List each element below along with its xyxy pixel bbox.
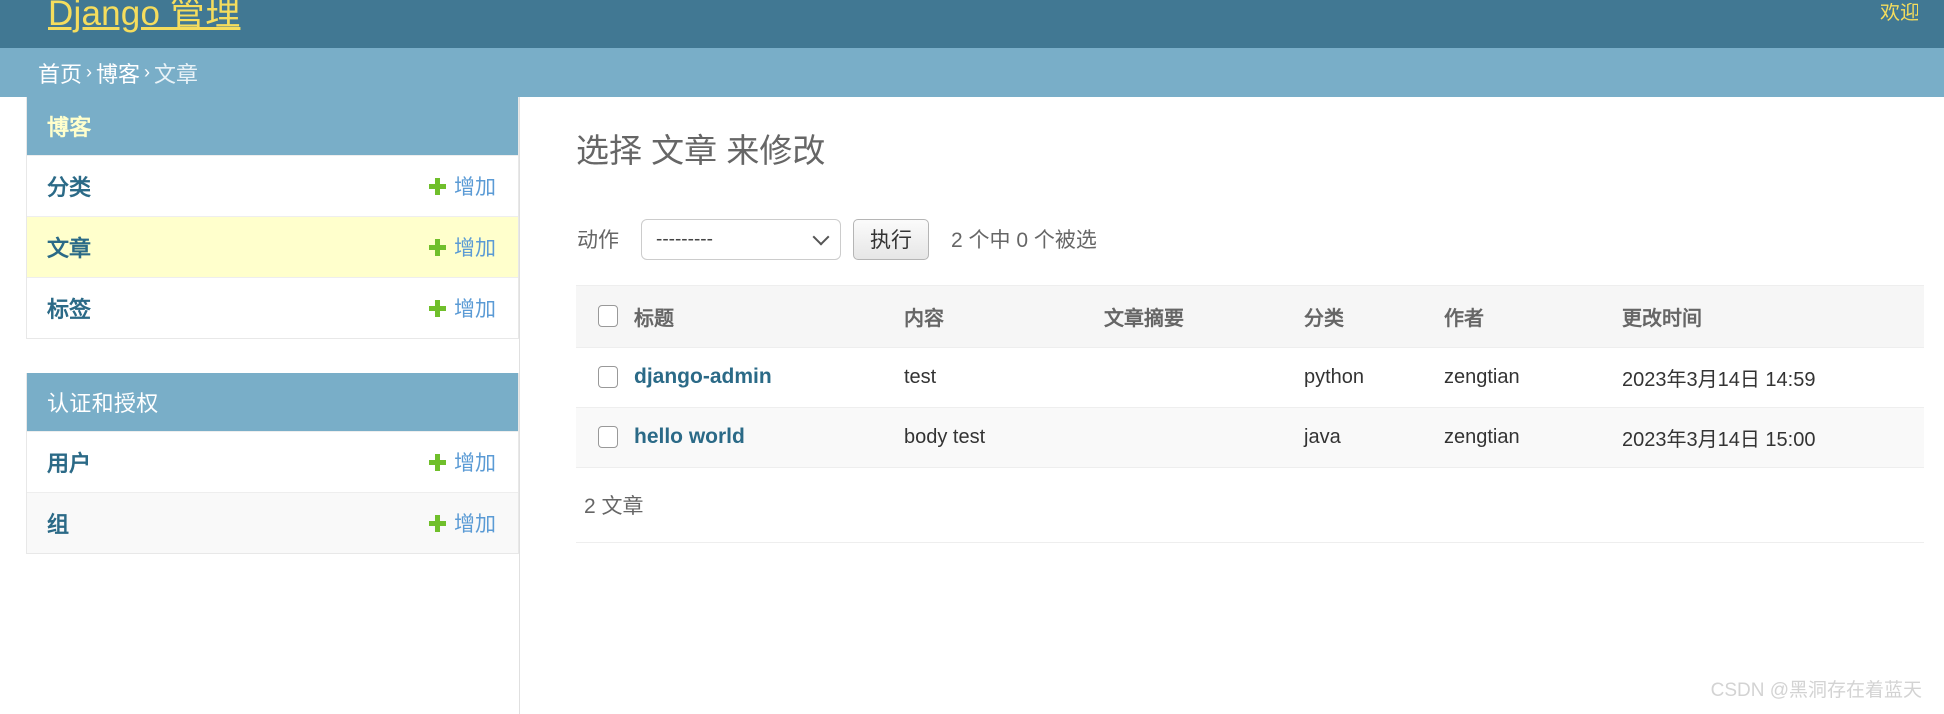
user-tools: 欢迎 bbox=[1880, 3, 1918, 23]
column-header-author[interactable]: 作者 bbox=[1444, 284, 1622, 348]
plus-icon bbox=[429, 177, 446, 195]
column-header-category[interactable]: 分类 bbox=[1304, 284, 1444, 348]
action-select[interactable]: --------- bbox=[641, 218, 841, 260]
row-modified-cell: 2023年3月14日 14:59 bbox=[1622, 347, 1924, 408]
app-module-blog: 博客 分类 增加 文章 增加 标签 增加 bbox=[26, 97, 519, 339]
watermark: CSDN @黑洞存在着蓝天 bbox=[1710, 680, 1922, 701]
sidebar-item-article[interactable]: 文章 增加 bbox=[27, 216, 518, 277]
sidebar: 博客 分类 增加 文章 增加 标签 增加 认证和授权 用户 增加 组 增加 bbox=[0, 97, 520, 714]
action-label: 动作 bbox=[577, 229, 619, 253]
sidebar-item-category-label[interactable]: 分类 bbox=[47, 170, 91, 202]
action-select-wrapper: --------- bbox=[641, 218, 841, 260]
results-table-head: 标题 内容 文章摘要 分类 作者 更改时间 bbox=[576, 284, 1924, 348]
plus-icon bbox=[429, 238, 446, 256]
table-row: django-admin test python zengtian 2023年3… bbox=[576, 347, 1924, 408]
row-excerpt-cell bbox=[1104, 407, 1304, 468]
table-row: hello world body test java zengtian 2023… bbox=[576, 407, 1924, 468]
add-category-label[interactable]: 增加 bbox=[454, 171, 496, 201]
breadcrumb-separator-2: › bbox=[144, 62, 151, 82]
main-content: 选择 文章 来修改 动作 --------- 执行 2 个中 0 个被选 标题 … bbox=[520, 97, 1944, 543]
plus-icon bbox=[429, 514, 446, 532]
admin-page: Django 管理 欢迎 首页 › 博客 › 文章 博客 分类 增加 文章 增加… bbox=[0, 0, 1944, 714]
results-table: 标题 内容 文章摘要 分类 作者 更改时间 django-admin test … bbox=[576, 284, 1924, 468]
add-article-link[interactable]: 增加 bbox=[429, 232, 496, 262]
row-checkbox[interactable] bbox=[598, 426, 618, 449]
row-title-link[interactable]: hello world bbox=[634, 425, 745, 448]
row-checkbox[interactable] bbox=[598, 366, 618, 389]
row-title-cell: django-admin bbox=[634, 347, 904, 408]
sidebar-item-category[interactable]: 分类 增加 bbox=[27, 155, 518, 216]
breadcrumb-current: 文章 bbox=[154, 61, 199, 87]
actions-bar: 动作 --------- 执行 2 个中 0 个被选 bbox=[576, 218, 1944, 260]
row-category-cell: java bbox=[1304, 407, 1444, 468]
row-modified-cell: 2023年3月14日 15:00 bbox=[1622, 407, 1924, 468]
plus-icon bbox=[429, 299, 446, 317]
page-container: 博客 分类 增加 文章 增加 标签 增加 认证和授权 用户 增加 组 增加 选择… bbox=[0, 97, 1944, 714]
table-header-row: 标题 内容 文章摘要 分类 作者 更改时间 bbox=[576, 284, 1924, 348]
add-article-label[interactable]: 增加 bbox=[454, 232, 496, 262]
plus-icon bbox=[429, 453, 446, 471]
select-all-header bbox=[576, 284, 634, 348]
breadcrumb-separator-1: › bbox=[86, 62, 93, 82]
column-header-excerpt[interactable]: 文章摘要 bbox=[1104, 284, 1304, 348]
column-header-body[interactable]: 内容 bbox=[904, 284, 1104, 348]
app-module-auth: 认证和授权 用户 增加 组 增加 bbox=[26, 373, 519, 554]
row-title-link[interactable]: django-admin bbox=[634, 365, 772, 388]
row-excerpt-cell bbox=[1104, 347, 1304, 408]
app-caption-auth: 认证和授权 bbox=[27, 373, 518, 431]
breadcrumb-app[interactable]: 博客 bbox=[96, 57, 140, 89]
column-header-modified[interactable]: 更改时间 bbox=[1622, 284, 1924, 348]
add-user-label[interactable]: 增加 bbox=[454, 447, 496, 477]
site-title[interactable]: Django 管理 bbox=[48, 0, 240, 31]
row-author-cell: zengtian bbox=[1444, 407, 1622, 468]
column-header-title[interactable]: 标题 bbox=[634, 284, 904, 348]
add-group-link[interactable]: 增加 bbox=[429, 508, 496, 538]
row-author-cell: zengtian bbox=[1444, 347, 1622, 408]
add-group-label[interactable]: 增加 bbox=[454, 508, 496, 538]
row-body-cell: test bbox=[904, 347, 1104, 408]
add-tag-label[interactable]: 增加 bbox=[454, 293, 496, 323]
sidebar-item-groups-label[interactable]: 组 bbox=[47, 507, 69, 539]
row-title-cell: hello world bbox=[634, 407, 904, 468]
selection-counter: 2 个中 0 个被选 bbox=[951, 229, 1097, 253]
add-category-link[interactable]: 增加 bbox=[429, 171, 496, 201]
row-body-cell: body test bbox=[904, 407, 1104, 468]
breadcrumb-home[interactable]: 首页 bbox=[38, 57, 82, 89]
select-all-checkbox[interactable] bbox=[598, 305, 618, 328]
row-category-cell: python bbox=[1304, 347, 1444, 408]
add-tag-link[interactable]: 增加 bbox=[429, 293, 496, 323]
results-table-body: django-admin test python zengtian 2023年3… bbox=[576, 347, 1924, 468]
sidebar-item-article-label[interactable]: 文章 bbox=[47, 231, 91, 263]
paginator: 2 文章 bbox=[576, 468, 1924, 543]
row-select-cell bbox=[576, 347, 634, 408]
breadcrumb: 首页 › 博客 › 文章 bbox=[0, 48, 1944, 97]
app-caption-blog: 博客 bbox=[27, 97, 518, 155]
page-title: 选择 文章 来修改 bbox=[576, 132, 826, 169]
run-action-button[interactable]: 执行 bbox=[853, 218, 929, 260]
sidebar-item-tag-label[interactable]: 标签 bbox=[47, 292, 91, 324]
sidebar-item-groups[interactable]: 组 增加 bbox=[27, 492, 518, 553]
add-user-link[interactable]: 增加 bbox=[429, 447, 496, 477]
row-select-cell bbox=[576, 407, 634, 468]
site-header: Django 管理 欢迎 bbox=[0, 0, 1944, 48]
sidebar-item-users-label[interactable]: 用户 bbox=[47, 446, 91, 478]
sidebar-item-tag[interactable]: 标签 增加 bbox=[27, 277, 518, 338]
sidebar-item-users[interactable]: 用户 增加 bbox=[27, 431, 518, 492]
